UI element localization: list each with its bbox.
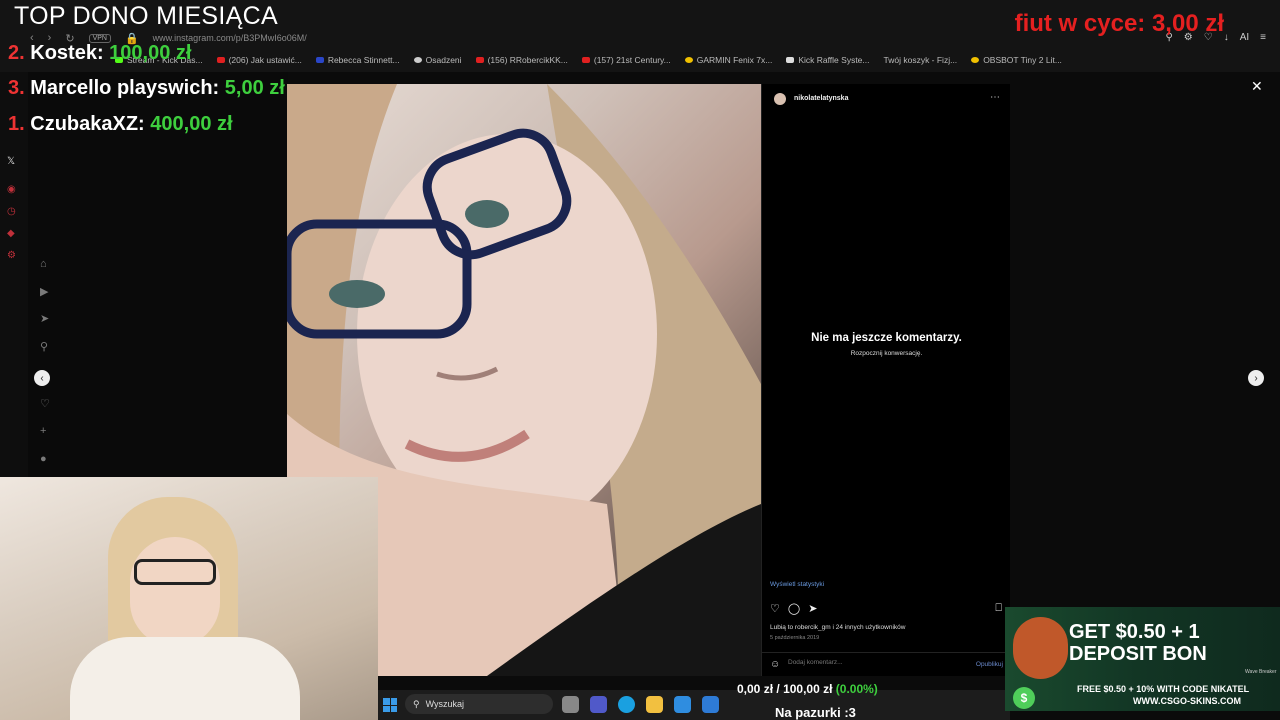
windows-taskbar: ⚲ Wyszukaj	[378, 690, 1010, 720]
shop-icon[interactable]: ◆	[7, 228, 15, 239]
site-icon	[684, 57, 693, 63]
bookmark-item[interactable]: OBSBOT Tiny 2 Lit...	[971, 55, 1062, 65]
comment-icon[interactable]: ◯	[788, 602, 800, 615]
bookmark-item[interactable]: Osadzeni	[413, 55, 462, 65]
avatar[interactable]	[774, 93, 786, 105]
bookmark-item[interactable]: Kick Raffle Syste...	[786, 55, 870, 65]
ad-url: WWW.CSGO-SKINS.COM	[1133, 696, 1241, 706]
previous-post-button[interactable]: ‹	[34, 370, 50, 386]
bookmarks-bar: Stream - Kick Das... (206) Jak ustawić..…	[115, 53, 1275, 67]
menu-icon[interactable]: ≡	[1260, 32, 1266, 43]
post-panel: nikolatelatynska ⋯ Nie ma jeszcze koment…	[761, 84, 1011, 676]
start-conversation-text: Rozpocznij konwersację.	[850, 350, 923, 357]
no-comments-heading: Nie ma jeszcze komentarzy.	[811, 332, 962, 344]
youtube-icon	[216, 57, 225, 63]
ad-promo-text: FREE $0.50 + 10% WITH CODE NIKATEL	[1077, 684, 1250, 694]
goal-caption: Na pazurki :3	[775, 705, 856, 720]
likes-text[interactable]: Lubią to robercik_gm i 24 innych użytkow…	[770, 624, 905, 631]
edge-icon[interactable]	[618, 696, 635, 713]
top-donors-title: TOP DONO MIESIĄCA	[14, 2, 278, 30]
donation-goal: 0,00 zł / 100,00 zł (0.00%)	[737, 682, 878, 696]
download-icon[interactable]: ↓	[1224, 32, 1229, 43]
site-icon	[413, 57, 422, 63]
taskbar-search[interactable]: ⚲ Wyszukaj	[405, 694, 553, 714]
comment-input[interactable]	[788, 659, 938, 666]
site-icon	[315, 57, 324, 63]
clock-icon[interactable]: ◷	[7, 206, 16, 217]
explorer-icon[interactable]	[646, 696, 663, 713]
task-view-icon[interactable]	[562, 696, 579, 713]
post-date: 5 października 2019	[770, 635, 820, 641]
bookmark-item[interactable]: GARMIN Fenix 7x...	[684, 55, 772, 65]
send-icon[interactable]: ➤	[40, 312, 49, 325]
dollar-coin-icon: $	[1013, 687, 1035, 709]
page-icon	[786, 57, 795, 63]
publish-button[interactable]: Opublikuj	[976, 661, 1003, 668]
bookmark-item[interactable]: (157) 21st Century...	[581, 55, 671, 65]
post-actions: ♡ ◯ ➤	[770, 602, 817, 615]
start-button[interactable]	[383, 698, 397, 712]
teams-icon[interactable]	[590, 696, 607, 713]
bookmark-item[interactable]: Rebecca Stinnett...	[315, 55, 400, 65]
bookmark-item[interactable]: (206) Jak ustawić...	[216, 55, 302, 65]
save-icon[interactable]: ⎕	[995, 602, 1002, 615]
comment-row: ☺ Opublikuj	[762, 652, 1011, 676]
create-icon[interactable]: +	[40, 425, 46, 437]
donor-row: 1. CzubakaXZ: 400,00 zł	[8, 113, 233, 135]
home-icon[interactable]: ⌂	[40, 258, 47, 270]
taskbar-apps	[562, 696, 719, 713]
store-icon[interactable]	[674, 696, 691, 713]
webcam-feed	[0, 477, 378, 720]
post-username[interactable]: nikolatelatynska	[794, 95, 848, 102]
close-icon[interactable]: ✕	[1251, 78, 1263, 95]
bookmark-item[interactable]: (156) RRobercikKK...	[475, 55, 568, 65]
more-options-icon[interactable]: ⋯	[990, 92, 1000, 103]
youtube-icon	[581, 57, 590, 63]
heart-icon[interactable]: ♡	[40, 397, 50, 410]
profile-icon[interactable]: ●	[40, 453, 47, 465]
ai-button[interactable]: AI	[1240, 32, 1249, 43]
share-icon[interactable]: ➤	[808, 602, 817, 615]
emoji-icon[interactable]: ☺	[770, 659, 780, 670]
ad-brand: Wave Breaker	[1245, 669, 1277, 675]
mascot-image	[1013, 617, 1068, 679]
bookmark-item[interactable]: Twój koszyk - Fizj...	[884, 55, 958, 65]
donor-row: 3. Marcello playswich: 5,00 zł	[8, 77, 285, 99]
like-icon[interactable]: ♡	[770, 602, 780, 615]
latest-donation: fiut w cyce: 3,00 zł	[1014, 10, 1224, 37]
donor-row: 2. Kostek: 100,00 zł	[8, 42, 192, 64]
record-icon[interactable]: ◉	[7, 184, 16, 195]
search-icon[interactable]: ⚲	[40, 340, 48, 353]
view-stats-link[interactable]: Wyświetl statystyki	[770, 581, 824, 588]
x-icon[interactable]: 𝕏	[7, 156, 15, 167]
youtube-icon	[475, 57, 484, 63]
ad-headline: GET $0.50 + 1 DEPOSIT BON	[1069, 621, 1207, 665]
reels-icon[interactable]: ▶	[40, 285, 48, 298]
next-post-button[interactable]: ›	[1248, 370, 1264, 386]
settings-icon[interactable]: ⚙	[7, 250, 16, 261]
mail-icon[interactable]	[702, 696, 719, 713]
search-icon: ⚲	[413, 698, 420, 709]
site-icon	[971, 57, 980, 63]
sponsor-banner[interactable]: GET $0.50 + 1 DEPOSIT BON Wave Breaker $…	[1005, 607, 1280, 711]
